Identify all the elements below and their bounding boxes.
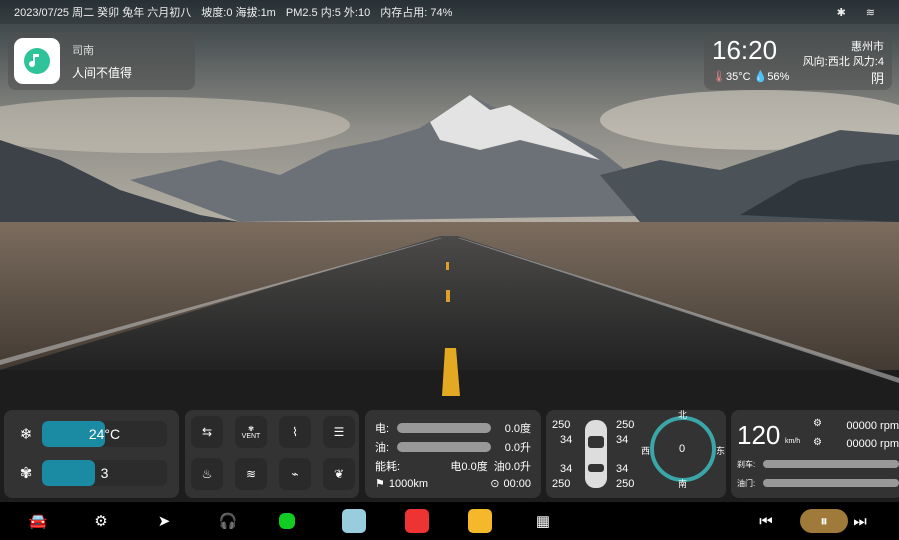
eco-leaf-icon[interactable]: ❦ (323, 458, 355, 490)
speed-value: 120 (737, 420, 781, 450)
settings-gear-icon[interactable]: ⚙ (89, 509, 113, 533)
elec-value: 0.0度 (504, 423, 531, 435)
compass-south: 南 (678, 479, 688, 489)
compass-west: 西 (641, 446, 651, 456)
temperature-slider[interactable]: 24°C (42, 421, 167, 447)
recirculation-icon[interactable]: ⇆ (191, 416, 223, 448)
memory-usage: 内存占用: 74% (380, 7, 453, 19)
climate-panel: ❄ 24°C ✾ 3 (4, 410, 179, 498)
song-title: 人间不值得 (72, 65, 133, 80)
music-app-icon[interactable] (14, 38, 60, 84)
status-bar: 2023/07/25 周二 癸卯 兔年 六月初八 坡度:0 海拔:1m PM2.… (0, 0, 899, 24)
humidity: 56% (767, 71, 790, 83)
music-app-icon-dock[interactable] (279, 513, 295, 529)
elec-label: 电: (375, 423, 390, 435)
next-track-icon[interactable]: ⏭ (848, 509, 872, 533)
speed-unit: km/h (785, 438, 801, 445)
rpm-primary: 00000 rpm (846, 420, 899, 432)
music-widget[interactable]: 司南 人间不值得 (8, 32, 195, 90)
temp-row: ❄ 24°C (12, 421, 167, 447)
fan-slider[interactable]: 3 (42, 460, 167, 486)
fan-icon: ✾ (19, 465, 33, 482)
tire-fr-pressure: 250 (616, 419, 635, 431)
compass-north: 北 (678, 410, 688, 420)
road-info: 坡度:0 海拔:1m (201, 7, 276, 19)
bluetooth-icon: ✱ (836, 6, 846, 19)
pause-button-icon[interactable]: ⏸ (800, 509, 848, 533)
seat-heat-icon[interactable]: ≋ (235, 458, 267, 490)
notes-app-icon[interactable] (468, 509, 492, 533)
air-quality: PM2.5 内:5 外:10 (285, 7, 371, 19)
seat-cool-icon[interactable]: ⌁ (279, 458, 311, 490)
control-panel: ⇆ ✾ VENT ⌇ ☰ ♨ ≋ ⌁ ❦ (185, 410, 359, 498)
clock: 16:20 (712, 35, 778, 65)
fuel-label: 油: (375, 442, 390, 454)
timer-icon: ⊙ (490, 478, 500, 490)
consumption-fuel: 油0.0升 (493, 461, 531, 473)
music-source: 司南 (72, 44, 94, 57)
fan-value: 3 (100, 465, 109, 481)
flag-icon: ⚑ (375, 478, 385, 490)
tire-rl-pressure: 250 (552, 478, 571, 490)
droplet-icon: 💧 (753, 71, 768, 83)
tire-fl-pressure: 250 (552, 419, 571, 431)
gallery-app-icon[interactable] (342, 509, 366, 533)
seat-ventilation-icon[interactable]: ♨ (191, 458, 223, 490)
weather-widget[interactable]: 16:20 惠州市 风向:西北 风力:4 🌡35°C 💧56% 阴 (704, 32, 892, 90)
trip-duration: 00:00 (503, 477, 531, 490)
navigation-arrow-icon[interactable]: ➤ (152, 509, 176, 533)
engine-icon: ⚙ (813, 418, 822, 429)
weather-condition: 阴 (870, 71, 884, 86)
tire-rl-temp: 34 (560, 463, 573, 475)
tire-rr-temp: 34 (616, 463, 629, 475)
motor-icon: ⚙ (813, 437, 822, 448)
brake-bar (763, 460, 899, 468)
fuel-bar (397, 442, 492, 452)
wind-force: 风力:4 (852, 56, 884, 68)
fan-row: ✾ 3 (12, 460, 167, 486)
tire-fl-temp: 34 (560, 434, 573, 446)
temp-humidity: 🌡35°C 💧56% (712, 70, 789, 83)
tire-compass-panel: 250 34 250 34 34 250 34 250 北 南 东 西 0 (546, 410, 726, 498)
compass-east: 东 (715, 446, 725, 456)
car-icon[interactable]: 🚘 (26, 509, 50, 533)
vent-button[interactable]: ✾ VENT (235, 416, 267, 448)
headphones-icon[interactable]: 🎧 (216, 509, 240, 533)
snowflake-icon: ❄ (19, 426, 33, 443)
tire-fr-temp: 34 (616, 434, 629, 446)
prev-track-icon[interactable]: ⏮ (754, 509, 778, 533)
wind-info: 风向:西北 风力:4 (803, 53, 884, 69)
news-app-icon[interactable] (405, 509, 429, 533)
tire-rr-pressure: 250 (616, 478, 635, 490)
thermometer-icon: 🌡 (712, 71, 726, 83)
outside-temp: 35°C (725, 71, 751, 83)
dock-bar: 🚘 ⚙ ➤ 🎧 ▦ ⏮ ⏸ ⏭ (0, 502, 899, 540)
consumption-label: 能耗: (375, 461, 401, 473)
date-text: 2023/07/25 周二 癸卯 兔年 六月初八 (14, 7, 192, 19)
app-grid-icon[interactable]: ▦ (531, 509, 555, 533)
city-name: 惠州市 (851, 41, 884, 53)
temperature-value: 24°C (88, 426, 121, 442)
range-value: 1000km (388, 477, 429, 490)
fuel-value: 0.0升 (504, 442, 531, 454)
wifi-icon: ≋ (865, 6, 875, 19)
settings-sliders-icon[interactable]: ☰ (323, 416, 355, 448)
drive-panel: 120 km/h ⚙ 00000 rpm ⚙ 00000 rpm 刹车: 油门: (731, 410, 899, 498)
energy-panel: 电: 0.0度 油: 0.0升 能耗: 电0.0度 油0.0升 ⚑ 1000km ⊙ 00:0… (365, 410, 541, 498)
throttle-bar (763, 479, 899, 487)
compass-heading: 0 (679, 443, 686, 455)
rpm-secondary: 00000 rpm (846, 438, 899, 450)
brake-label: 刹车: (737, 460, 756, 469)
wind-direction: 风向:西北 (802, 56, 850, 68)
compass: 北 南 东 西 0 (641, 410, 725, 489)
consumption-elec: 电0.0度 (450, 461, 488, 473)
elec-bar (397, 423, 492, 433)
vent-label: VENT (241, 432, 261, 440)
throttle-label: 油门: (737, 479, 756, 488)
rear-defrost-icon[interactable]: ⌇ (279, 416, 311, 448)
car-top-icon (585, 420, 607, 488)
